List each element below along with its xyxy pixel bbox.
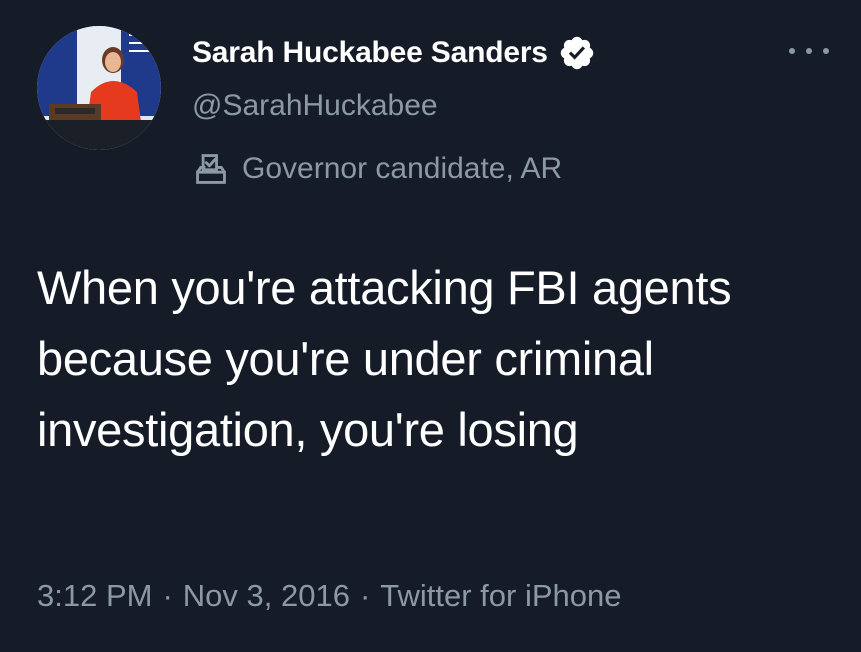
separator: · <box>162 578 173 613</box>
affiliation-label: Governor candidate, AR <box>192 150 562 188</box>
dot <box>789 48 795 54</box>
separator: · <box>359 578 371 613</box>
ballot-box-icon <box>196 154 226 184</box>
author-name-row[interactable]: Sarah Huckabee Sanders <box>192 34 596 72</box>
tweet-date[interactable]: Nov 3, 2016 <box>183 578 350 614</box>
verified-badge-icon <box>558 34 596 72</box>
author-handle[interactable]: @SarahHuckabee <box>192 89 438 123</box>
tweet-text: When you're attacking FBI agents because… <box>37 261 732 456</box>
avatar-image <box>37 26 161 150</box>
tweet-source[interactable]: Twitter for iPhone <box>380 578 621 614</box>
tweet-metadata: 3:12 PM · Nov 3, 2016 · Twitter for iPho… <box>37 578 622 614</box>
affiliation-label-text: Governor candidate, AR <box>242 152 563 185</box>
dot <box>823 48 829 54</box>
display-name[interactable]: Sarah Huckabee Sanders <box>192 36 548 70</box>
avatar[interactable] <box>37 26 161 150</box>
tweet-card: Sarah Huckabee Sanders @SarahHuckabee Go… <box>0 0 861 652</box>
more-options-icon[interactable] <box>789 44 829 58</box>
tweet-time[interactable]: 3:12 PM <box>37 578 152 614</box>
dot <box>806 48 812 54</box>
